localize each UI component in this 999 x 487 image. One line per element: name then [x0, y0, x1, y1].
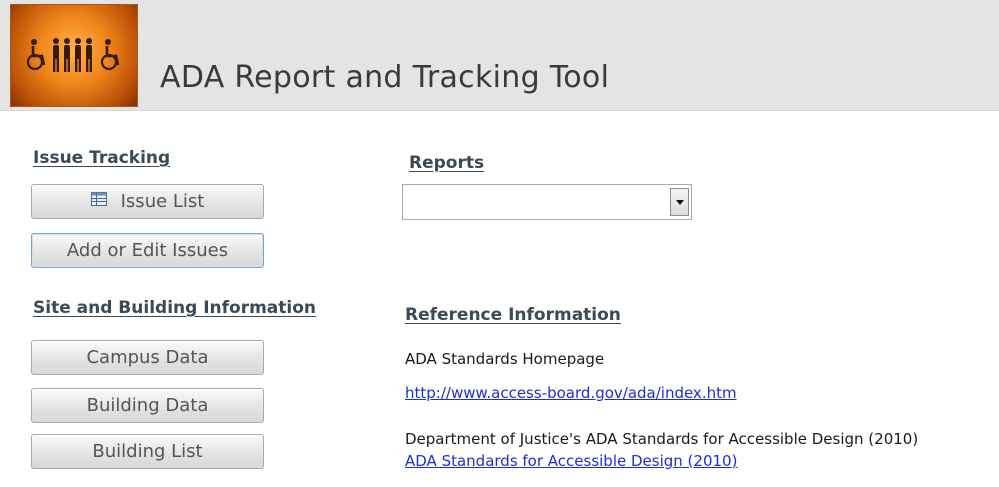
- doj-standards-link[interactable]: ADA Standards for Accessible Design (201…: [405, 452, 737, 470]
- accessibility-people-icon: [26, 38, 120, 72]
- app-logo: [10, 4, 138, 107]
- dropdown-button[interactable]: [670, 188, 689, 216]
- ada-homepage-link[interactable]: http://www.access-board.gov/ada/index.ht…: [405, 384, 737, 402]
- header-bar: ADA Report and Tracking Tool: [0, 0, 999, 111]
- reference-heading: Reference Information: [405, 305, 621, 325]
- issue-list-label: Issue List: [120, 191, 205, 212]
- issue-tracking-heading: Issue Tracking: [33, 148, 171, 168]
- campus-data-button[interactable]: Campus Data: [31, 340, 264, 375]
- doj-standards-label: Department of Justice's ADA Standards fo…: [405, 430, 919, 448]
- site-building-heading: Site and Building Information: [33, 298, 317, 318]
- reports-heading: Reports: [409, 153, 485, 173]
- building-list-button[interactable]: Building List: [31, 434, 264, 469]
- app-title: ADA Report and Tracking Tool: [160, 60, 610, 95]
- add-edit-issues-button[interactable]: Add or Edit Issues: [31, 233, 264, 268]
- chevron-down-icon: [676, 200, 684, 205]
- building-data-button[interactable]: Building Data: [31, 388, 264, 423]
- issue-list-button[interactable]: Issue List: [31, 184, 264, 219]
- reports-dropdown[interactable]: [402, 184, 692, 220]
- datasheet-icon: [90, 184, 107, 217]
- ada-homepage-label: ADA Standards Homepage: [405, 350, 605, 368]
